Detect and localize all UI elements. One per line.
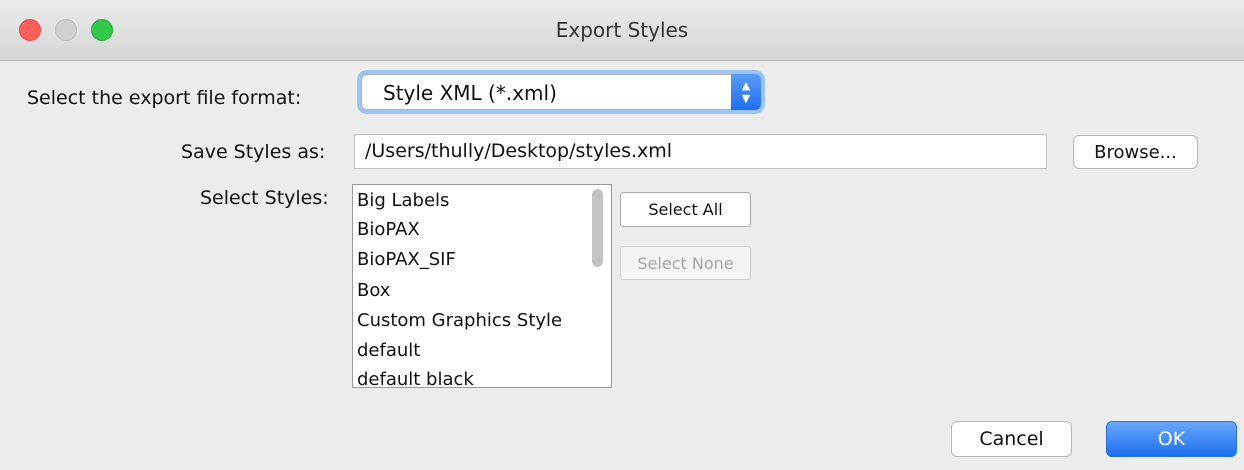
save-path-field[interactable] [354, 134, 1047, 169]
browse-button[interactable]: Browse... [1073, 135, 1198, 169]
list-item[interactable]: Custom Graphics Style [357, 306, 562, 336]
export-format-value: Style XML (*.xml) [383, 81, 557, 105]
ok-button[interactable]: OK [1106, 421, 1237, 457]
list-item[interactable]: BioPAX_SIF [357, 245, 456, 275]
title-bar: Export Styles [0, 0, 1244, 61]
up-down-chevron-icon[interactable]: ▲ ▼ [731, 74, 761, 110]
select-all-button[interactable]: Select All [620, 192, 751, 227]
scrollbar-thumb[interactable] [592, 189, 603, 267]
list-item[interactable]: BioPAX [357, 215, 420, 245]
save-as-label: Save Styles as: [181, 141, 326, 163]
list-item[interactable]: default [357, 336, 420, 366]
export-format-select[interactable]: Style XML (*.xml) ▲ ▼ [361, 74, 761, 110]
save-path-input[interactable] [355, 135, 1045, 166]
styles-list[interactable]: Big Labels BioPAX BioPAX_SIF Box Custom … [352, 184, 612, 388]
list-item[interactable]: default black [357, 365, 474, 387]
format-label: Select the export file format: [27, 87, 302, 109]
select-none-button[interactable]: Select None [620, 246, 751, 280]
cancel-button[interactable]: Cancel [951, 421, 1072, 457]
select-styles-label: Select Styles: [200, 187, 329, 209]
list-item[interactable]: Big Labels [357, 186, 449, 216]
window-title: Export Styles [555, 18, 689, 42]
list-item[interactable]: Box [357, 276, 390, 306]
list-scrollbar[interactable] [591, 189, 605, 384]
